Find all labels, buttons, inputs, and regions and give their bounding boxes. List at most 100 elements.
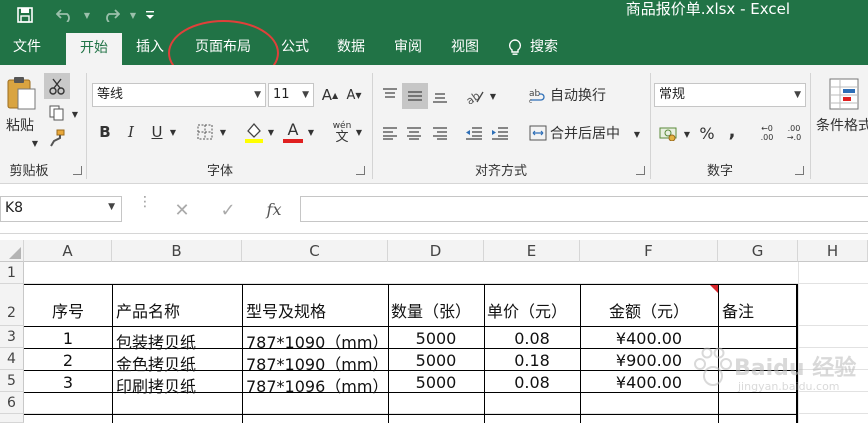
merge-center-button[interactable]: 合并后居中 xyxy=(550,121,628,145)
phonetic-dropdown-icon[interactable]: ▼ xyxy=(354,125,364,139)
fill-color-dropdown-icon[interactable]: ▼ xyxy=(266,125,276,139)
tab-review[interactable]: 审阅 xyxy=(383,30,433,65)
conditional-formatting-icon[interactable] xyxy=(828,77,860,111)
underline-dropdown-icon[interactable]: ▼ xyxy=(168,125,178,139)
table-cell[interactable]: 包装拷贝纸 xyxy=(116,329,240,353)
formula-bar-grip-icon[interactable]: ⋮ xyxy=(138,195,152,220)
table-header-cell[interactable]: 数量（张） xyxy=(391,298,483,322)
font-color-button[interactable]: A xyxy=(282,119,304,145)
row-header[interactable]: 3 xyxy=(0,326,24,348)
table-header-cell[interactable]: 型号及规格 xyxy=(246,298,386,322)
paste-icon[interactable] xyxy=(4,75,38,111)
font-launcher-icon[interactable] xyxy=(356,166,365,175)
column-header[interactable]: B xyxy=(112,240,242,262)
table-cell[interactable]: 1 xyxy=(24,329,112,348)
merge-center-dropdown-icon[interactable]: ▼ xyxy=(632,127,642,141)
table-cell[interactable]: 787*1090（mm） xyxy=(246,329,386,353)
column-header[interactable]: G xyxy=(718,240,798,262)
table-cell[interactable]: 5000 xyxy=(388,351,484,370)
decrease-indent-icon[interactable] xyxy=(462,121,486,145)
table-cell[interactable]: 5000 xyxy=(388,329,484,348)
paste-label[interactable]: 粘贴 xyxy=(2,115,38,135)
tab-insert[interactable]: 插入 xyxy=(124,30,176,65)
row-header[interactable]: 6 xyxy=(0,392,24,414)
comment-indicator-icon[interactable] xyxy=(710,285,718,293)
bold-button[interactable]: B xyxy=(94,121,116,143)
cut-icon[interactable] xyxy=(44,73,70,99)
wrap-text-button[interactable]: 自动换行 xyxy=(550,83,614,107)
increase-font-size-icon[interactable]: A ▲ xyxy=(318,83,342,107)
column-header[interactable]: A xyxy=(24,240,112,262)
undo-dropdown-icon[interactable]: ▼ xyxy=(80,0,94,30)
copy-dropdown-icon[interactable]: ▼ xyxy=(70,109,80,119)
align-right-icon[interactable] xyxy=(428,121,452,145)
column-header[interactable]: C xyxy=(242,240,388,262)
font-size-combo[interactable]: 11 ▼ xyxy=(268,83,314,107)
redo-dropdown-icon[interactable]: ▼ xyxy=(126,0,140,30)
tab-search[interactable]: 搜索 xyxy=(526,30,562,65)
row-header[interactable]: 2 xyxy=(0,284,24,326)
table-cell[interactable]: ¥400.00 xyxy=(580,329,718,348)
row-header[interactable] xyxy=(0,414,24,423)
tab-page-layout[interactable]: 页面布局 xyxy=(180,30,266,65)
table-cell[interactable]: 0.08 xyxy=(484,373,580,392)
fill-color-icon[interactable] xyxy=(242,119,266,145)
italic-button[interactable]: I xyxy=(120,121,142,143)
column-header[interactable]: H xyxy=(798,240,868,262)
table-cell[interactable]: 787*1090（mm） xyxy=(246,351,386,375)
percent-button[interactable]: % xyxy=(696,121,718,145)
decrease-font-size-icon[interactable]: A ▼ xyxy=(342,83,366,107)
align-left-icon[interactable] xyxy=(378,121,402,145)
customize-quick-access-icon[interactable] xyxy=(142,0,158,30)
alignment-launcher-icon[interactable] xyxy=(636,166,645,175)
align-center-icon[interactable] xyxy=(402,121,426,145)
tab-data[interactable]: 数据 xyxy=(326,30,376,65)
decrease-decimal-button[interactable]: .00 →.0 xyxy=(782,121,806,145)
increase-indent-icon[interactable] xyxy=(488,121,512,145)
number-format-combo[interactable]: 常规 ▼ xyxy=(654,83,806,107)
table-header-cell[interactable]: 金额（元） xyxy=(580,298,718,322)
table-cell[interactable]: ¥900.00 xyxy=(580,351,718,370)
table-cell[interactable]: 3 xyxy=(24,373,112,392)
column-header[interactable]: D xyxy=(388,240,484,262)
table-header-cell[interactable]: 序号 xyxy=(24,298,112,322)
undo-icon[interactable] xyxy=(52,0,78,30)
enter-icon[interactable]: ✓ xyxy=(216,198,240,222)
table-cell[interactable]: 5000 xyxy=(388,373,484,392)
row-header[interactable]: 1 xyxy=(0,262,24,284)
table-cell[interactable]: 2 xyxy=(24,351,112,370)
increase-decimal-button[interactable]: ←0 .00 xyxy=(756,121,778,145)
table-cell[interactable]: 787*1096（mm） xyxy=(246,373,386,397)
orientation-dropdown-icon[interactable]: ▼ xyxy=(488,89,498,103)
format-painter-icon[interactable] xyxy=(44,127,70,149)
tab-home[interactable]: 开始 xyxy=(66,33,122,65)
table-cell[interactable]: 印刷拷贝纸 xyxy=(116,373,240,397)
lightbulb-icon[interactable] xyxy=(504,30,526,65)
table-header-cell[interactable]: 产品名称 xyxy=(116,298,240,322)
formula-input[interactable] xyxy=(300,196,868,222)
tab-formulas[interactable]: 公式 xyxy=(270,30,320,65)
name-box[interactable]: K8 ▼ xyxy=(0,196,122,222)
wrap-text-icon[interactable]: ab c xyxy=(528,83,548,107)
number-launcher-icon[interactable] xyxy=(795,166,804,175)
font-color-dropdown-icon[interactable]: ▼ xyxy=(306,125,316,139)
select-all-corner[interactable] xyxy=(0,240,24,262)
tab-view[interactable]: 视图 xyxy=(440,30,490,65)
redo-icon[interactable] xyxy=(98,0,124,30)
row-header[interactable]: 4 xyxy=(0,348,24,370)
column-header[interactable]: F xyxy=(580,240,718,262)
column-header[interactable]: E xyxy=(484,240,580,262)
table-cell[interactable]: 0.18 xyxy=(484,351,580,370)
table-header-cell[interactable]: 单价（元） xyxy=(487,298,579,322)
merge-center-icon[interactable] xyxy=(528,121,548,145)
align-top-icon[interactable] xyxy=(378,83,402,107)
paste-dropdown-icon[interactable]: ▼ xyxy=(30,137,40,149)
cancel-icon[interactable]: ✕ xyxy=(170,198,194,222)
clipboard-launcher-icon[interactable] xyxy=(73,166,82,175)
accounting-dropdown-icon[interactable]: ▼ xyxy=(682,127,692,141)
copy-icon[interactable] xyxy=(44,101,70,125)
insert-function-button[interactable]: fx xyxy=(260,196,288,222)
align-middle-icon[interactable] xyxy=(402,83,428,109)
conditional-formatting-button[interactable]: 条件格式 xyxy=(816,115,868,135)
borders-dropdown-icon[interactable]: ▼ xyxy=(218,125,228,139)
